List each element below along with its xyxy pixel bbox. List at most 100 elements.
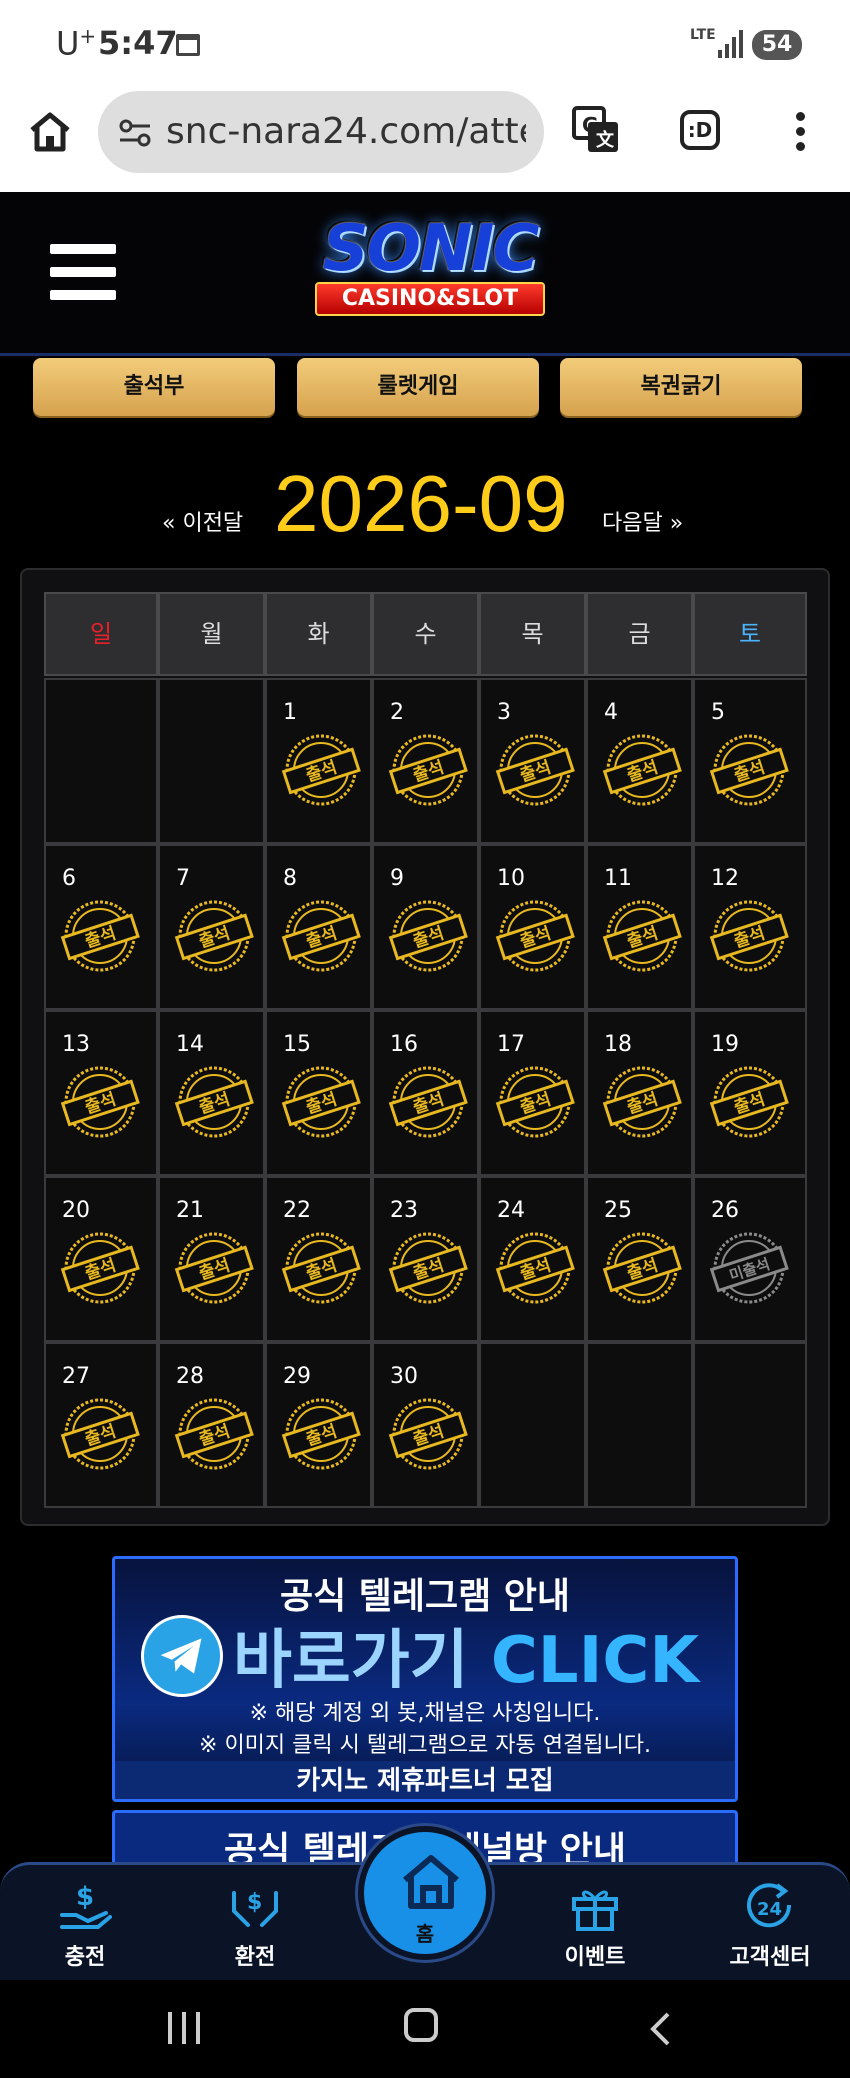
calendar-day-cell: 20 출석 bbox=[44, 1176, 158, 1342]
day-number: 13 bbox=[62, 1032, 90, 1057]
attendance-stamp-icon: 출석 bbox=[60, 1066, 140, 1138]
day-number: 24 bbox=[497, 1198, 525, 1223]
attendance-stamp-icon: 출석 bbox=[709, 900, 789, 972]
nav-home[interactable]: 홈 bbox=[358, 1826, 492, 1960]
calendar-day-cell bbox=[479, 1342, 586, 1508]
calendar-day-cell: 14 출석 bbox=[158, 1010, 265, 1176]
tab-roulette[interactable]: 룰렛게임 bbox=[297, 358, 539, 416]
attendance-stamp-icon: 출석 bbox=[60, 1232, 140, 1304]
menu-icon[interactable] bbox=[50, 244, 116, 300]
svg-text:24: 24 bbox=[757, 1899, 782, 1920]
browser-toolbar: snc-nara24.com/atter G 文 :D bbox=[0, 88, 850, 192]
calendar-day-cell: 22 출석 bbox=[265, 1176, 372, 1342]
svg-text:$: $ bbox=[76, 1882, 94, 1912]
nav-withdraw[interactable]: $ 환전 bbox=[200, 1875, 310, 1975]
current-month: 2026-09 bbox=[274, 459, 568, 548]
withdraw-icon: $ bbox=[232, 1890, 278, 1927]
banner-note-2: ※ 이미지 클릭 시 텔레그램으로 자동 연결됩니다. bbox=[199, 1733, 651, 1758]
day-number: 19 bbox=[711, 1032, 739, 1057]
banner-note-1: ※ 해당 계정 외 봇,채널은 사칭입니다. bbox=[249, 1701, 601, 1726]
day-number: 22 bbox=[283, 1198, 311, 1223]
network-label: LTE bbox=[690, 27, 716, 43]
day-number: 15 bbox=[283, 1032, 311, 1057]
day-number: 14 bbox=[176, 1032, 204, 1057]
translate-icon[interactable]: G 文 bbox=[572, 106, 620, 154]
day-number: 8 bbox=[283, 866, 297, 891]
calendar-day-cell: 1 출석 bbox=[265, 678, 372, 844]
day-number: 9 bbox=[390, 866, 404, 891]
attendance-stamp-icon: 출석 bbox=[281, 900, 361, 972]
svg-text:文: 文 bbox=[596, 129, 615, 151]
telegram-icon bbox=[141, 1615, 223, 1697]
attendance-stamp-icon: 출석 bbox=[495, 1232, 575, 1304]
deposit-icon: $ bbox=[60, 1882, 112, 1929]
browser-home-icon[interactable] bbox=[28, 110, 72, 154]
site-settings-icon[interactable] bbox=[118, 119, 152, 147]
system-home-icon[interactable] bbox=[404, 2008, 438, 2042]
day-number: 25 bbox=[604, 1198, 632, 1223]
day-number: 2 bbox=[390, 700, 404, 725]
calendar-day-cell: 4 출석 bbox=[586, 678, 693, 844]
attendance-stamp-icon: 출석 bbox=[602, 1066, 682, 1138]
back-icon[interactable] bbox=[650, 2012, 670, 2046]
calendar-day-cell: 30 출석 bbox=[372, 1342, 479, 1508]
attendance-stamp-icon: 출석 bbox=[709, 734, 789, 806]
attendance-stamp-icon: 출석 bbox=[388, 734, 468, 806]
support-24-icon: 24 bbox=[747, 1883, 792, 1928]
day-number: 3 bbox=[497, 700, 511, 725]
missed-stamp-icon: 미출석 bbox=[709, 1232, 789, 1304]
calendar-day-cell bbox=[158, 678, 265, 844]
tab-attendance[interactable]: 출석부 bbox=[33, 358, 275, 416]
day-number: 6 bbox=[62, 866, 76, 891]
attendance-stamp-icon: 출석 bbox=[495, 1066, 575, 1138]
weekday-header: 월 bbox=[158, 592, 265, 676]
more-menu-icon[interactable] bbox=[796, 112, 806, 152]
attendance-calendar: 일 월 화 수 목 금 토 1 출석 2 출석 3 출석 4 출석 5 출석 6 출석 7 출석 8 출석 9 출석 10 출석 11… bbox=[20, 568, 830, 1526]
day-number: 18 bbox=[604, 1032, 632, 1057]
attendance-stamp-icon: 출석 bbox=[174, 1232, 254, 1304]
attendance-stamp-icon: 출석 bbox=[281, 734, 361, 806]
gift-icon bbox=[572, 1890, 618, 1931]
month-navigation: « 이전달 2026-09 다음달 » bbox=[0, 450, 850, 550]
nav-event[interactable]: 이벤트 bbox=[540, 1875, 650, 1975]
weekday-header: 수 bbox=[372, 592, 479, 676]
attendance-stamp-icon: 출석 bbox=[495, 734, 575, 806]
attendance-stamp-icon: 출석 bbox=[602, 734, 682, 806]
address-bar[interactable]: snc-nara24.com/atter bbox=[98, 91, 544, 173]
calendar-day-cell: 10 출석 bbox=[479, 844, 586, 1010]
calendar-day-cell: 2 출석 bbox=[372, 678, 479, 844]
site-logo[interactable]: SONIC CASINO&SLOT bbox=[275, 212, 585, 320]
next-month-link[interactable]: 다음달 » bbox=[602, 505, 683, 537]
attendance-stamp-icon: 출석 bbox=[602, 1232, 682, 1304]
calendar-day-cell: 17 출석 bbox=[479, 1010, 586, 1176]
day-number: 4 bbox=[604, 700, 618, 725]
nav-deposit[interactable]: $ 충전 bbox=[30, 1875, 140, 1975]
calendar-day-cell: 5 출석 bbox=[693, 678, 807, 844]
svg-text:$: $ bbox=[247, 1890, 262, 1915]
extension-icon[interactable]: :D bbox=[680, 110, 720, 150]
weekday-header: 목 bbox=[479, 592, 586, 676]
telegram-banner[interactable]: 공식 텔레그램 안내 바로가기 CLICK ※ 해당 계정 외 봇,채널은 사칭… bbox=[112, 1556, 738, 1802]
calendar-day-cell: 26 미출석 bbox=[693, 1176, 807, 1342]
prev-month-link[interactable]: « 이전달 bbox=[162, 505, 243, 537]
weekday-header: 금 bbox=[586, 592, 693, 676]
day-number: 7 bbox=[176, 866, 190, 891]
recent-apps-icon[interactable] bbox=[168, 2012, 202, 2046]
day-number: 11 bbox=[604, 866, 632, 891]
calendar-day-cell: 16 출석 bbox=[372, 1010, 479, 1176]
system-navigation bbox=[0, 1980, 850, 2078]
calendar-day-cell: 6 출석 bbox=[44, 844, 158, 1010]
calendar-day-cell: 8 출석 bbox=[265, 844, 372, 1010]
calendar-day-cell bbox=[693, 1342, 807, 1508]
tab-lottery[interactable]: 복권긁기 bbox=[560, 358, 802, 416]
day-number: 12 bbox=[711, 866, 739, 891]
calendar-day-cell: 11 출석 bbox=[586, 844, 693, 1010]
calendar-day-cell: 28 출석 bbox=[158, 1342, 265, 1508]
calendar-day-cell: 3 출석 bbox=[479, 678, 586, 844]
attendance-stamp-icon: 출석 bbox=[388, 900, 468, 972]
battery-indicator: 54 bbox=[752, 30, 802, 60]
site-header: SONIC CASINO&SLOT bbox=[0, 192, 850, 356]
nav-support[interactable]: 24 고객센터 bbox=[710, 1875, 830, 1975]
attendance-stamp-icon: 출석 bbox=[388, 1398, 468, 1470]
day-number: 20 bbox=[62, 1198, 90, 1223]
